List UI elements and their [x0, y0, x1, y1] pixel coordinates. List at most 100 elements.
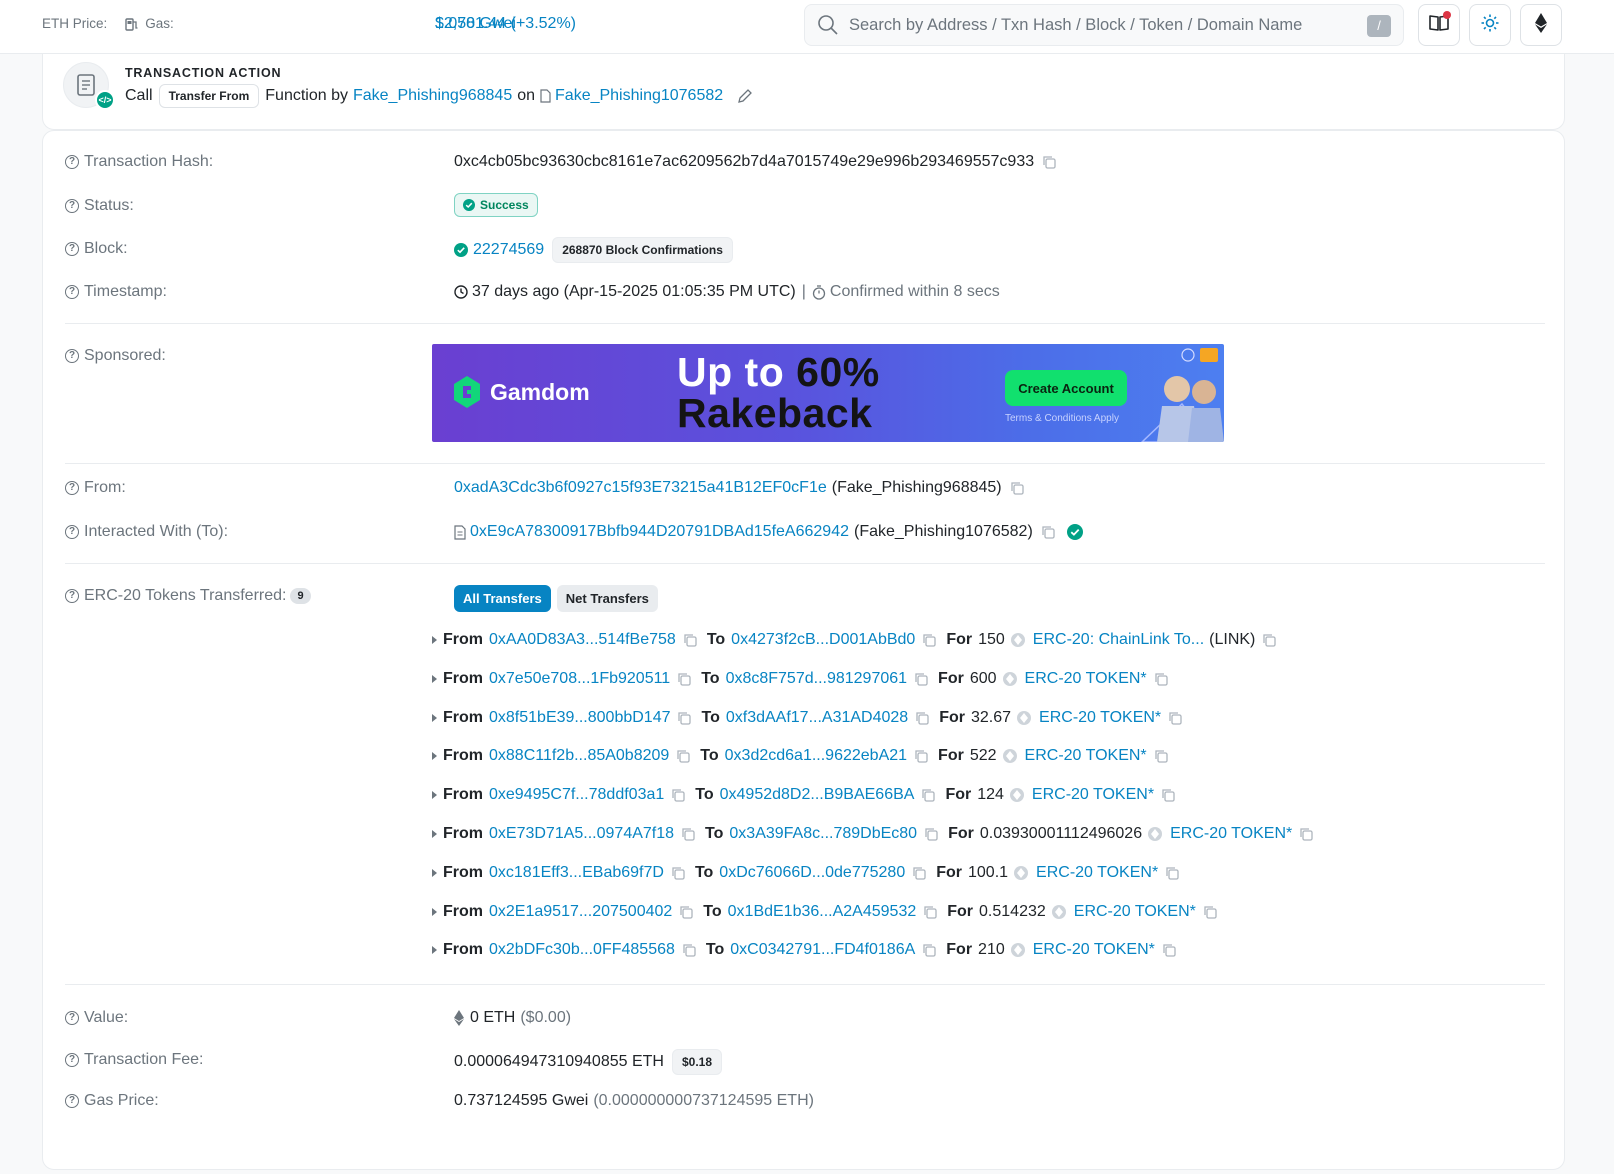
- copy-icon[interactable]: [1162, 943, 1176, 958]
- transfer-to-link[interactable]: 0x4273f2cB...D001AbBd0: [731, 631, 915, 649]
- transfer-to-link[interactable]: 0x1BdE1b36...A2A459532: [728, 903, 917, 921]
- help-icon[interactable]: ?: [65, 1094, 79, 1108]
- search-icon: [817, 14, 839, 36]
- copy-icon[interactable]: [914, 672, 928, 686]
- copy-icon[interactable]: [676, 749, 690, 764]
- copy-icon[interactable]: [683, 633, 697, 647]
- token-link[interactable]: ERC-20 TOKEN*: [1074, 903, 1196, 921]
- expand-caret-icon[interactable]: [432, 791, 437, 800]
- token-link[interactable]: ERC-20 TOKEN*: [1170, 825, 1292, 843]
- network-switch-button[interactable]: [1520, 4, 1562, 46]
- copy-icon[interactable]: [1168, 711, 1182, 725]
- token-link[interactable]: ERC-20 TOKEN*: [1032, 786, 1154, 804]
- copy-icon[interactable]: [671, 788, 685, 802]
- transfer-to-link[interactable]: 0x3d2cd6a1...9622ebA21: [725, 747, 907, 765]
- help-icon[interactable]: ?: [65, 155, 79, 169]
- transfer-from-link[interactable]: 0xAA0D83A3...514fBe758: [489, 631, 676, 649]
- copy-icon[interactable]: [677, 711, 692, 725]
- value-usd: ($0.00): [520, 1009, 572, 1026]
- to-label: ? Interacted With (To):: [65, 523, 228, 541]
- copy-icon[interactable]: [922, 633, 936, 647]
- help-icon[interactable]: ?: [65, 242, 79, 256]
- theme-toggle-button[interactable]: [1469, 4, 1511, 46]
- transfer-from-link[interactable]: 0x2E1a9517...207500402: [489, 903, 672, 921]
- expand-caret-icon[interactable]: [432, 830, 437, 838]
- help-icon[interactable]: ?: [65, 481, 79, 495]
- contract-link[interactable]: Fake_Phishing1076582: [555, 87, 723, 105]
- token-link[interactable]: ERC-20 TOKEN*: [1039, 709, 1161, 727]
- copy-icon[interactable]: [1203, 905, 1217, 919]
- token-link[interactable]: ERC-20 TOKEN*: [1033, 941, 1155, 959]
- token-link[interactable]: ERC-20 TOKEN*: [1036, 864, 1158, 882]
- copy-icon[interactable]: [1154, 672, 1168, 686]
- copy-icon[interactable]: [682, 943, 696, 958]
- help-icon[interactable]: ?: [65, 525, 79, 539]
- status-label: ? Status:: [65, 197, 134, 215]
- transfer-to-link[interactable]: 0x8c8F757d...981297061: [726, 670, 907, 688]
- copy-icon[interactable]: [681, 827, 695, 841]
- transfer-to-link[interactable]: 0xDc76066D...0de775280: [719, 864, 905, 882]
- help-icon[interactable]: ?: [65, 349, 79, 363]
- transfer-from-link[interactable]: 0x2bDFc30b...0FF485568: [489, 941, 675, 959]
- transfer-to-link[interactable]: 0x4952d8D2...B9BAE66BA: [720, 786, 915, 804]
- reading-mode-button[interactable]: [1418, 4, 1460, 46]
- tab-all-transfers[interactable]: All Transfers: [454, 585, 551, 612]
- transfer-from-link[interactable]: 0xc181Eff3...EBab69f7D: [489, 864, 664, 882]
- copy-icon[interactable]: [1165, 866, 1179, 880]
- copy-icon[interactable]: [1161, 788, 1175, 802]
- copy-icon[interactable]: [915, 711, 929, 725]
- search-input[interactable]: [849, 15, 1369, 35]
- help-icon[interactable]: ?: [65, 285, 79, 299]
- transfer-to-link[interactable]: 0xC0342791...FD4f0186A: [730, 941, 915, 959]
- token-link[interactable]: ERC-20 TOKEN*: [1025, 747, 1147, 765]
- expand-caret-icon[interactable]: [432, 713, 437, 722]
- transfer-to-link[interactable]: 0xf3dAAf17...A31AD4028: [726, 709, 908, 727]
- caller-link[interactable]: Fake_Phishing968845: [353, 87, 512, 105]
- token-link[interactable]: ERC-20: ChainLink To...: [1033, 631, 1204, 649]
- token-link[interactable]: ERC-20 TOKEN*: [1025, 670, 1147, 688]
- transfer-from-link[interactable]: 0x8f51bE39...800bbD147: [489, 709, 670, 727]
- help-icon[interactable]: ?: [65, 199, 79, 213]
- copy-icon[interactable]: [921, 788, 936, 802]
- sun-icon: [1481, 14, 1499, 37]
- divider: [65, 563, 1545, 564]
- copy-icon[interactable]: [677, 672, 691, 686]
- block-number-link[interactable]: 22274569: [473, 241, 544, 259]
- copy-icon[interactable]: [1042, 155, 1056, 169]
- transfer-from-link[interactable]: 0xE73D71A5...0974A7f18: [489, 825, 674, 843]
- expand-caret-icon[interactable]: [432, 636, 437, 644]
- expand-caret-icon[interactable]: [432, 946, 437, 955]
- copy-icon[interactable]: [914, 749, 928, 764]
- copy-icon[interactable]: [1010, 481, 1024, 495]
- expand-caret-icon[interactable]: [432, 674, 437, 683]
- copy-icon[interactable]: [679, 905, 693, 919]
- copy-icon[interactable]: [1041, 525, 1055, 539]
- edit-pencil-icon[interactable]: [737, 88, 753, 104]
- copy-icon[interactable]: [671, 866, 685, 880]
- sponsored-banner[interactable]: Gamdom Up to 60% Rakeback Create Account…: [432, 344, 1224, 442]
- help-icon[interactable]: ?: [65, 1053, 79, 1067]
- copy-icon[interactable]: [1299, 827, 1313, 841]
- copy-icon[interactable]: [923, 905, 937, 919]
- gas-value[interactable]: 1.058 Gwei: [435, 15, 516, 33]
- tab-net-transfers[interactable]: Net Transfers: [556, 585, 658, 612]
- copy-icon[interactable]: [922, 943, 936, 958]
- expand-caret-icon[interactable]: [432, 907, 437, 916]
- ad-create-account-button[interactable]: Create Account: [1005, 370, 1127, 406]
- transfer-to-link[interactable]: 0x3A39FA8c...789DbEc80: [729, 825, 917, 843]
- transfer-from-link[interactable]: 0xe9495C7f...78ddf03a1: [489, 786, 664, 804]
- expand-caret-icon[interactable]: [432, 868, 437, 877]
- transfer-from-link[interactable]: 0x7e50e708...1Fb920511: [489, 670, 670, 688]
- copy-icon[interactable]: [1154, 749, 1168, 764]
- copy-icon[interactable]: [912, 866, 926, 880]
- from-address-link[interactable]: 0xadA3Cdc3b6f0927c15f93E73215a41B12EF0cF…: [454, 479, 827, 497]
- to-address-link[interactable]: 0xE9cA78300917Bbfb944D20791DBAd15feA6629…: [470, 523, 849, 541]
- transaction-action-card: </> TRANSACTION ACTION Call Transfer Fro…: [42, 54, 1565, 130]
- search-bar[interactable]: /: [804, 4, 1404, 46]
- copy-icon[interactable]: [1262, 633, 1277, 647]
- transfer-from-link[interactable]: 0x88C11f2b...85A0b8209: [489, 747, 669, 765]
- copy-icon[interactable]: [924, 827, 938, 841]
- expand-caret-icon[interactable]: [432, 752, 437, 761]
- help-icon[interactable]: ?: [65, 1011, 79, 1025]
- help-icon[interactable]: ?: [65, 589, 79, 603]
